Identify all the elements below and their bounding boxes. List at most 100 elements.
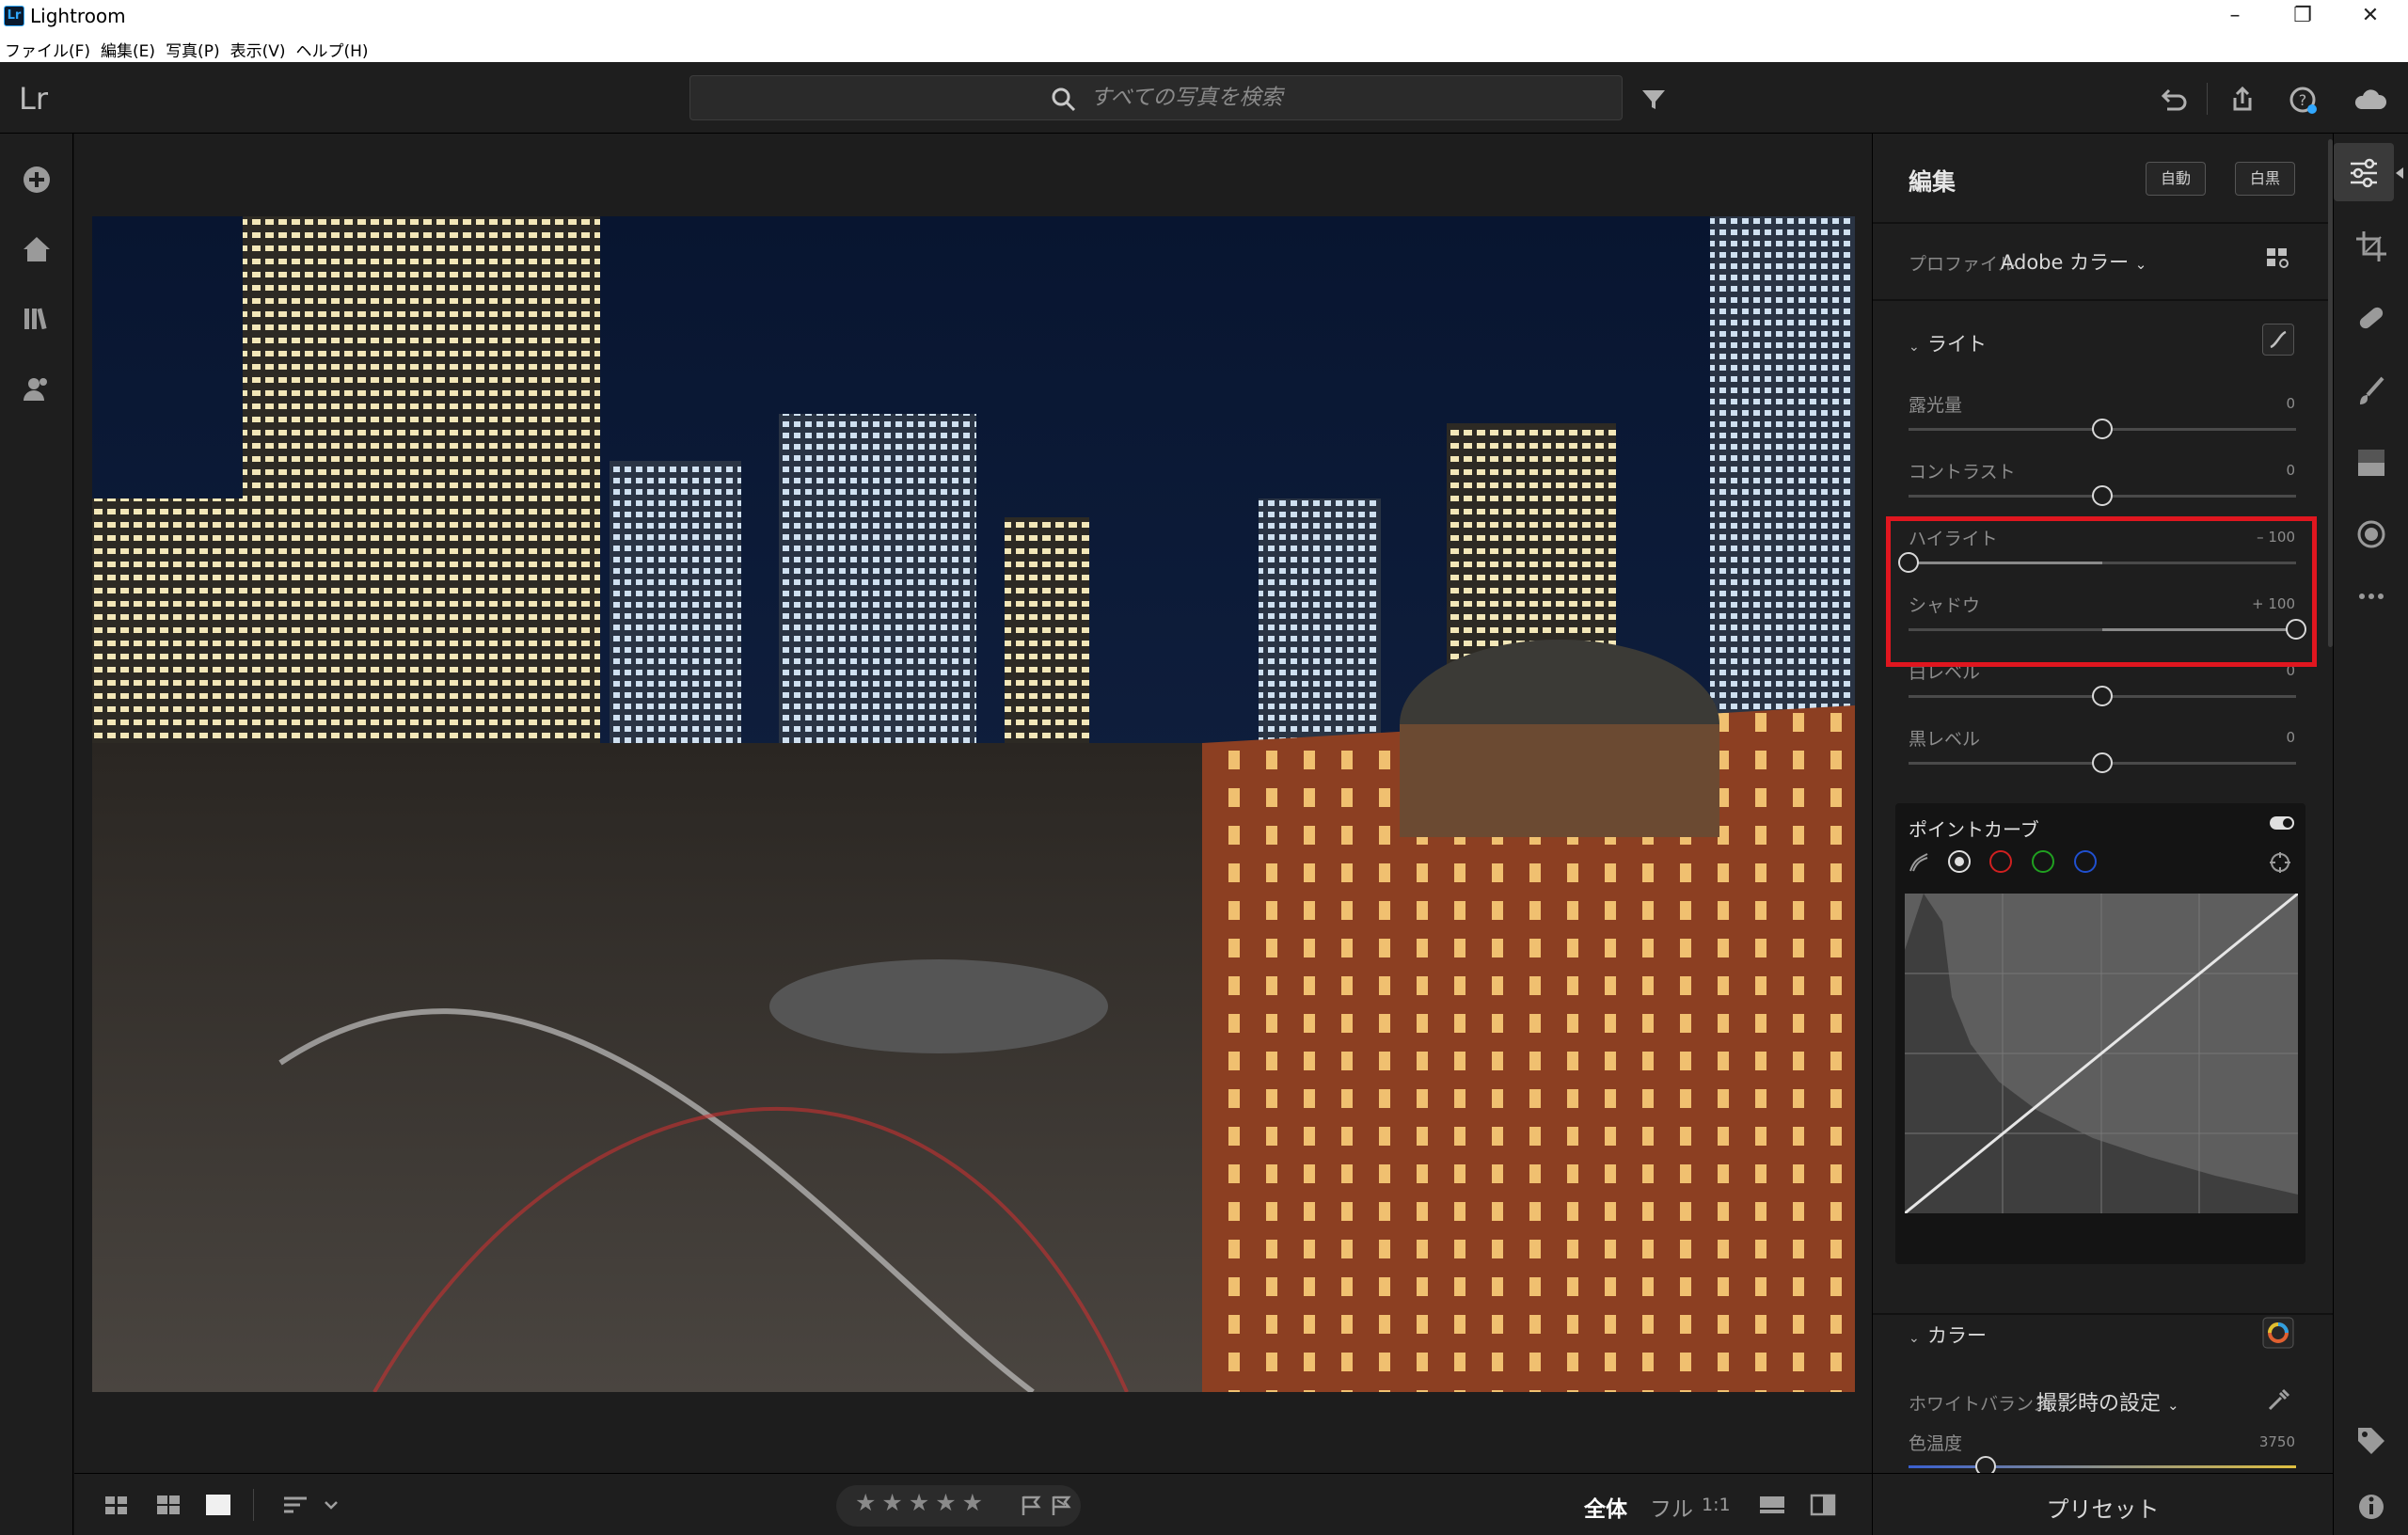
chevron-down-icon: ⌄ (1909, 1331, 1920, 1346)
menu-edit[interactable]: 編集(E) (96, 34, 161, 61)
target-adjust-icon[interactable] (2268, 850, 2292, 875)
curve-toggle[interactable] (2270, 816, 2294, 830)
sort-icon[interactable] (281, 1491, 309, 1519)
view-fit-button[interactable]: 全体 (1584, 1491, 1627, 1523)
menu-file[interactable]: ファイル(F) (0, 34, 96, 61)
menu-bar: ファイル(F) 編集(E) 写真(P) 表示(V) ヘルプ(H) (0, 34, 2408, 62)
compare-icon[interactable] (1809, 1491, 1837, 1519)
eyedropper-icon[interactable] (2262, 1383, 2294, 1415)
annotation-highlight-box (1886, 516, 2317, 667)
bw-button[interactable]: 白黒 (2235, 162, 2295, 196)
pick-flag-icon[interactable] (1018, 1493, 1044, 1519)
temp-thumb[interactable] (1975, 1456, 1997, 1473)
profile-dropdown[interactable]: Adobe カラー ⌄ (2001, 247, 2147, 276)
restore-button[interactable]: ❐ (2269, 0, 2337, 34)
view-full-button[interactable]: フル (1650, 1491, 1693, 1523)
exposure-value: 0 (2286, 395, 2295, 412)
profile-label: プロファイル (1909, 254, 2017, 275)
healing-icon[interactable] (2353, 299, 2390, 337)
color-section-header[interactable]: ⌄ カラー (1909, 1321, 1987, 1349)
sort-chevron-icon[interactable] (317, 1491, 345, 1519)
square-grid-icon[interactable] (103, 1491, 131, 1519)
people-icon[interactable] (19, 371, 55, 406)
panel-title: 編集 (1909, 168, 1956, 196)
window-title: Lightroom (30, 5, 126, 27)
add-photos-icon[interactable] (19, 162, 55, 198)
profile-browser-icon[interactable] (2262, 243, 2294, 275)
presets-label: プリセット (2046, 1496, 2160, 1523)
undo-icon[interactable] (2154, 81, 2192, 119)
red-channel-button[interactable] (1989, 850, 2012, 873)
temp-label: 色温度 (1909, 1433, 1963, 1454)
help-icon[interactable]: ? (2284, 81, 2321, 119)
chevron-down-icon: ⌄ (2167, 1397, 2179, 1414)
blacks-slider[interactable] (1909, 752, 2296, 773)
blue-channel-button[interactable] (2074, 850, 2097, 873)
color-mixer-icon[interactable] (2262, 1317, 2294, 1349)
tag-icon[interactable] (2353, 1422, 2390, 1460)
auto-button[interactable]: 自動 (2146, 162, 2206, 196)
exposure-thumb[interactable] (2092, 419, 2113, 439)
chevron-down-icon: ⌄ (2134, 256, 2147, 273)
menu-help[interactable]: ヘルプ(H) (292, 34, 374, 61)
close-button[interactable]: ✕ (2337, 0, 2404, 34)
contrast-value: 0 (2286, 462, 2295, 479)
bottombar-divider (253, 1489, 254, 1521)
minimize-button[interactable]: – (2201, 0, 2269, 34)
toolbar-divider (2207, 83, 2208, 115)
wb-value: 撮影時の設定 (2036, 1392, 2162, 1416)
edit-sliders-icon[interactable] (2345, 154, 2383, 192)
search-input[interactable] (690, 76, 1622, 119)
cloud-icon[interactable] (2352, 81, 2389, 119)
whites-thumb[interactable] (2092, 686, 2113, 706)
contrast-slider[interactable] (1909, 485, 2296, 506)
search-box[interactable] (689, 75, 1623, 120)
parametric-curve-icon[interactable] (1907, 850, 1931, 875)
info-icon[interactable] (2353, 1488, 2390, 1526)
city-night-photo (92, 216, 1855, 1392)
tone-curve-button[interactable] (2262, 324, 2294, 356)
profile-value: Adobe カラー (2001, 251, 2130, 274)
chevron-down-icon: ⌄ (1909, 340, 1920, 355)
panel-divider (1873, 1313, 2333, 1315)
star-rating[interactable]: ★★★★★ (836, 1485, 1010, 1527)
histogram-curve (1904, 892, 2299, 1215)
wb-label: ホワイトバランス (1909, 1394, 2052, 1415)
linear-gradient-icon[interactable] (2353, 444, 2390, 482)
light-section-header[interactable]: ⌄ ライト (1909, 329, 1987, 357)
share-icon[interactable] (2224, 81, 2261, 119)
crop-icon[interactable] (2353, 228, 2390, 265)
view-1to1-button[interactable]: 1:1 (1702, 1495, 1731, 1515)
panel-divider (1873, 299, 2333, 301)
blacks-thumb[interactable] (2092, 752, 2113, 773)
more-icon[interactable] (2353, 578, 2390, 615)
svg-text:?: ? (2299, 91, 2307, 109)
photo-preview[interactable] (92, 216, 1855, 1392)
wb-dropdown[interactable]: 撮影時の設定 ⌄ (2036, 1386, 2179, 1416)
radial-gradient-icon[interactable] (2353, 515, 2390, 553)
home-icon[interactable] (19, 231, 55, 267)
library-icon[interactable] (19, 301, 55, 337)
lr-mark: Lr (19, 81, 48, 117)
rgb-channel-button[interactable] (1948, 850, 1971, 873)
curve-graph[interactable] (1904, 892, 2299, 1215)
photo-grid-icon[interactable] (154, 1491, 182, 1519)
light-section-label: ライト (1927, 333, 1987, 356)
filter-icon[interactable] (1635, 81, 1672, 119)
detail-view-icon[interactable] (204, 1491, 232, 1519)
filmstrip-icon[interactable] (1758, 1491, 1786, 1519)
menu-view[interactable]: 表示(V) (226, 34, 292, 61)
reject-flag-icon[interactable] (1048, 1493, 1074, 1519)
temp-slider[interactable] (1909, 1456, 2296, 1473)
menu-photo[interactable]: 写真(P) (161, 34, 226, 61)
whites-slider[interactable] (1909, 686, 2296, 706)
green-channel-button[interactable] (2032, 850, 2054, 873)
active-pointer-icon (2396, 167, 2403, 179)
bottom-bar: ★★★★★ 全体 フル 1:1 (74, 1473, 1872, 1535)
top-bar: Lr ? (0, 62, 2408, 134)
exposure-slider[interactable] (1909, 419, 2296, 439)
presets-button[interactable]: プリセット (1872, 1473, 2333, 1535)
contrast-thumb[interactable] (2092, 485, 2113, 506)
brush-icon[interactable] (2353, 372, 2390, 410)
left-rail (0, 134, 73, 1535)
